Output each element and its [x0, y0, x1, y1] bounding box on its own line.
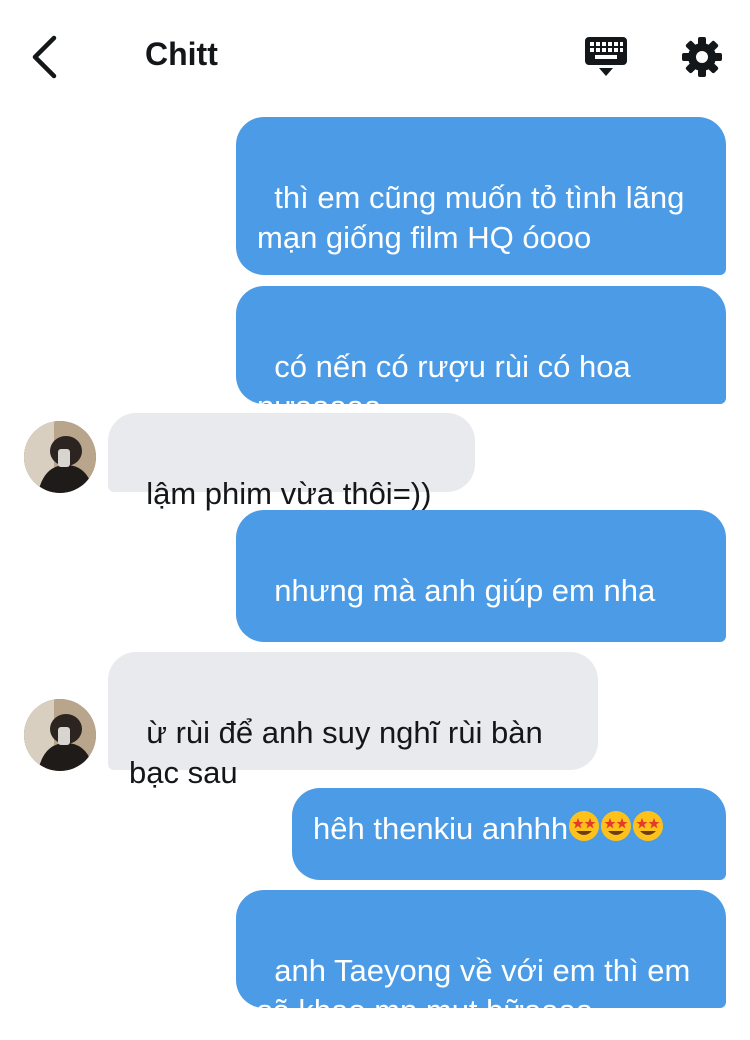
back-chevron-icon[interactable] [26, 34, 66, 80]
message-bubble-incoming[interactable]: lậm phim vừa thôi=)) [108, 413, 475, 511]
message-text: thì em cũng muốn tỏ tình lãng mạn giống … [257, 180, 694, 255]
message-bubble-incoming[interactable]: ừ rùi để anh suy nghĩ rùi bàn bạc sau [108, 652, 598, 790]
message-text: nhưng mà anh giúp em nha [274, 573, 656, 608]
message-bubble-outgoing[interactable]: hêh thenkiu anhhh [292, 788, 726, 880]
chat-header: Chitt [0, 0, 750, 110]
settings-gear-icon[interactable] [681, 36, 723, 78]
message-text: lậm phim vừa thôi=)) [146, 476, 432, 511]
conversation-title: Chitt [145, 36, 218, 72]
message-bubble-outgoing[interactable]: thì em cũng muốn tỏ tình lãng mạn giống … [236, 117, 726, 275]
message-text: hêh thenkiu anhhh [313, 811, 569, 846]
message-bubble-outgoing[interactable]: anh Taeyong về với em thì em sẽ khao mn … [236, 890, 726, 1028]
contact-avatar[interactable] [24, 421, 96, 493]
message-bubble-outgoing[interactable]: nhưng mà anh giúp em nha [236, 510, 726, 762]
star-struck-emoji-icon [568, 810, 664, 852]
keyboard-icon[interactable] [584, 36, 628, 78]
contact-avatar[interactable] [24, 699, 96, 771]
message-bubble-outgoing[interactable]: có nến có rượu rùi có hoa nựaaaaa [236, 286, 726, 424]
message-text: anh Taeyong về với em thì em sẽ khao mn … [257, 953, 699, 1028]
